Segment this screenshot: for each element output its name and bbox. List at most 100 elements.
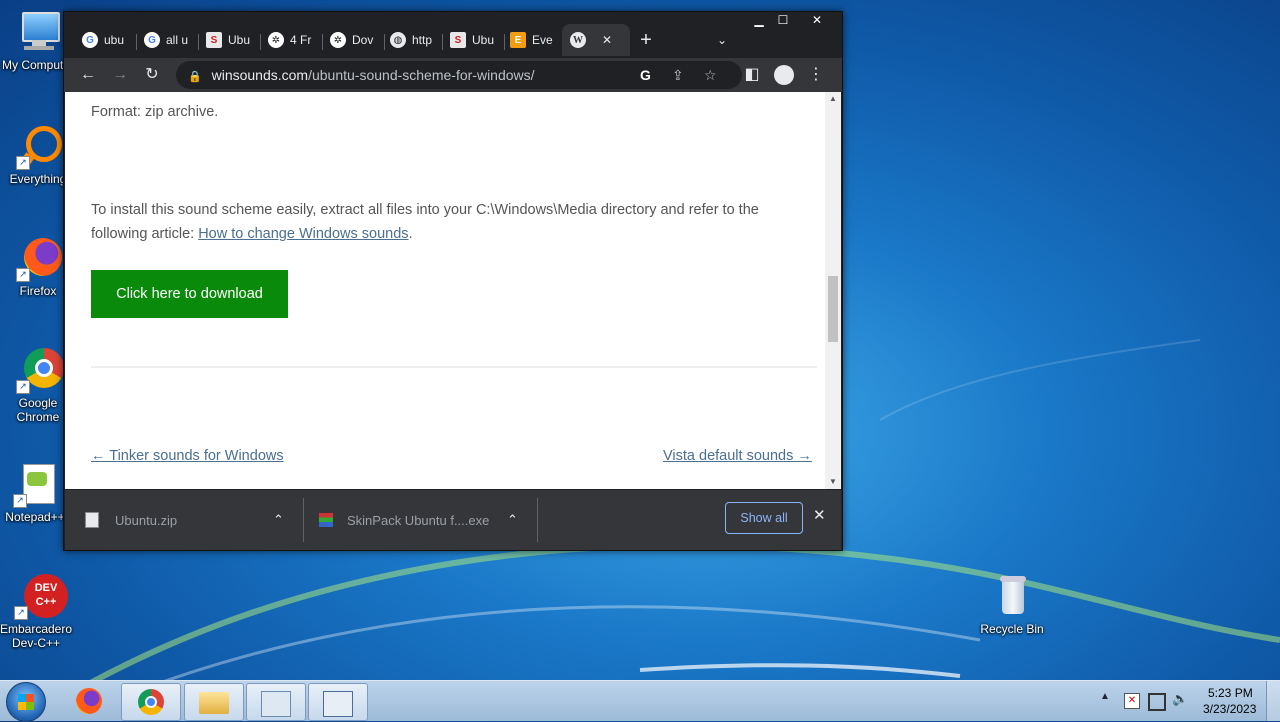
show-all-button[interactable]: Show all	[725, 502, 803, 534]
tab-active[interactable]: W ✕	[562, 24, 630, 56]
address-path: /ubuntu-sound-scheme-for-windows/	[308, 67, 535, 83]
skinpack-icon: S	[450, 32, 466, 48]
tab-2[interactable]: S Ubu	[206, 24, 254, 56]
tab-search-chevron-icon[interactable]: ⌄	[714, 24, 730, 56]
download-item-0[interactable]: Ubuntu.zip ⌃	[85, 490, 295, 550]
network-icon[interactable]	[1148, 693, 1166, 711]
install-text-2: following article:	[91, 226, 199, 242]
menu-kebab-icon[interactable]: ⋮	[804, 63, 828, 87]
download-filename: SkinPack Ubuntu f....exe	[347, 512, 490, 528]
volume-muted-icon[interactable]: 🔈	[1172, 691, 1188, 707]
new-tab-button[interactable]: +	[636, 24, 656, 56]
desktop-icon-devcpp[interactable]: DEV C++ ↗ Embarcadero Dev-C++	[0, 572, 74, 650]
wordpress-icon: W	[570, 32, 586, 48]
skinpack-icon: S	[206, 32, 222, 48]
prev-post-link[interactable]: ← Tinker sounds for Windows	[91, 444, 284, 468]
globe-icon: ◍	[390, 32, 406, 48]
firefox-icon	[76, 688, 102, 714]
tab-separator	[384, 34, 385, 50]
control-panel-icon	[261, 691, 291, 717]
shortcut-arrow-icon: ↗	[16, 380, 30, 394]
taskbar-control-panel[interactable]	[246, 683, 306, 721]
scroll-thumb[interactable]	[828, 276, 838, 342]
tab-separator	[442, 34, 443, 50]
google-icon: G	[144, 32, 160, 48]
side-panel-icon[interactable]: ◧	[740, 63, 764, 87]
tab-separator	[504, 34, 505, 50]
chevron-up-icon[interactable]: ⌃	[273, 512, 284, 528]
browser-toolbar: ← → ↻ 🔒 winsounds.com/ubuntu-sound-schem…	[64, 58, 842, 92]
chrome-window: ▁ ☐ ✕ G ubu G all u S Ubu ✲ 4 Fr ✲ Dov ◍	[63, 11, 843, 551]
tab-3[interactable]: ✲ 4 Fr	[268, 24, 316, 56]
scroll-down-arrow-icon[interactable]: ▼	[825, 475, 841, 489]
shortcut-arrow-icon: ↗	[16, 156, 30, 170]
folder-icon	[199, 692, 229, 714]
action-center-flag-icon[interactable]: ✕	[1124, 693, 1140, 709]
chrome-icon	[138, 689, 164, 715]
reload-button[interactable]: ↻	[140, 63, 164, 87]
web-page: Format: zip archive. To install this sou…	[65, 92, 825, 489]
tab-5[interactable]: ◍ http	[390, 24, 438, 56]
tab-label: all u	[166, 33, 189, 47]
recycle-bin-icon	[988, 572, 1036, 620]
tab-1[interactable]: G all u	[144, 24, 192, 56]
tab-separator	[136, 34, 137, 50]
tab-label: 4 Fr	[290, 33, 312, 47]
lock-icon: 🔒	[188, 71, 202, 83]
download-item-1[interactable]: SkinPack Ubuntu f....exe ⌃	[319, 490, 529, 550]
address-bar[interactable]: 🔒 winsounds.com/ubuntu-sound-scheme-for-…	[176, 61, 742, 89]
tab-4[interactable]: ✲ Dov	[330, 24, 378, 56]
how-to-change-sounds-link[interactable]: How to change Windows sounds	[198, 226, 408, 242]
clock-date[interactable]: 3/23/2023	[1203, 702, 1256, 716]
everything-icon: E	[510, 32, 526, 48]
share-icon[interactable]: ⇪	[672, 61, 684, 89]
google-lens-icon[interactable]: G	[640, 61, 651, 89]
clock-time[interactable]: 5:23 PM	[1208, 686, 1253, 700]
address-domain: winsounds.com	[211, 67, 309, 83]
taskbar-firefox[interactable]	[60, 683, 118, 719]
divider	[91, 366, 817, 368]
tab-7[interactable]: E Eve	[510, 24, 558, 56]
tab-label: ubu	[104, 33, 125, 47]
tab-strip: G ubu G all u S Ubu ✲ 4 Fr ✲ Dov ◍ http	[64, 22, 842, 58]
chevron-up-icon[interactable]: ⌃	[507, 512, 518, 528]
start-button[interactable]	[6, 682, 46, 722]
devcpp-icon: DEV C++ ↗	[12, 572, 68, 620]
tab-6[interactable]: S Ubu	[450, 24, 498, 56]
firefox-icon: ↗	[14, 234, 62, 282]
bookmark-star-icon[interactable]: ☆	[704, 61, 717, 89]
everything-app-icon: ↗	[14, 122, 62, 170]
scroll-up-arrow-icon[interactable]: ▲	[825, 92, 841, 106]
chrome-icon: ↗	[14, 346, 64, 394]
page-scrollbar[interactable]: ▲ ▼	[825, 92, 841, 489]
close-downloads-icon[interactable]: ✕	[813, 506, 826, 524]
tab-label: Ubu	[228, 33, 251, 47]
computer-icon	[14, 8, 62, 56]
tab-0[interactable]: G ubu	[82, 24, 130, 56]
download-shelf: Ubuntu.zip ⌃ SkinPack Ubuntu f....exe ⌃ …	[65, 489, 841, 550]
download-filename: Ubuntu.zip	[115, 512, 178, 528]
forward-button[interactable]: →	[108, 63, 132, 87]
close-tab-icon[interactable]: ✕	[602, 33, 612, 47]
keyboard-app-icon	[323, 691, 353, 717]
tab-separator	[198, 34, 199, 50]
desktop-icon-label: Embarcadero Dev-C++	[0, 622, 73, 650]
download-button[interactable]: Click here to download	[91, 270, 288, 318]
next-post-link[interactable]: Vista default sounds →	[663, 444, 812, 468]
download-separator	[303, 498, 304, 542]
site-icon: ✲	[268, 32, 284, 48]
taskbar-chrome[interactable]	[121, 683, 181, 721]
taskbar-explorer[interactable]	[184, 683, 244, 721]
back-button[interactable]: ←	[76, 63, 100, 87]
tab-label: http	[412, 33, 433, 47]
format-text: Format: zip archive.	[91, 104, 219, 120]
desktop-icon-recycle-bin[interactable]: Recycle Bin	[974, 572, 1050, 636]
windows-logo-icon	[18, 694, 34, 710]
taskbar-app[interactable]	[308, 683, 368, 721]
install-end: .	[408, 226, 413, 242]
show-desktop-button[interactable]	[1266, 681, 1280, 721]
desktop-icon-label: Recycle Bin	[980, 622, 1044, 636]
show-hidden-icons-chevron[interactable]: ▲	[1100, 691, 1110, 702]
profile-avatar-icon[interactable]	[772, 63, 796, 87]
exe-file-icon	[319, 513, 333, 527]
